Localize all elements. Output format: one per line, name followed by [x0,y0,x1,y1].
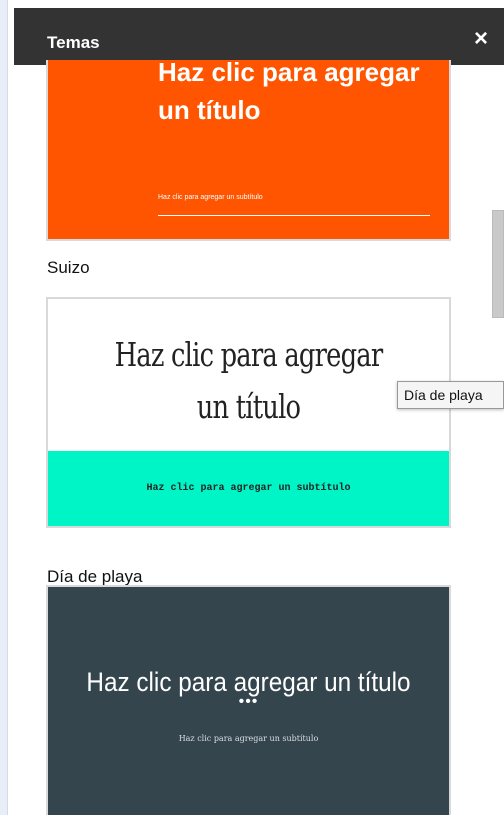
theme-preview-subtitle: Haz clic para agregar un subtítulo [158,194,263,201]
subtitle-underline [158,215,430,216]
theme-name-swiss[interactable]: Suizo [47,258,90,278]
theme-preview-title: Haz clic para agregar un título [114,335,384,426]
theme-card-swiss[interactable]: Haz clic para agregar un título Haz clic… [46,60,451,241]
scrollbar-thumb[interactable] [492,210,504,318]
left-panel-edge [0,0,8,815]
close-icon[interactable]: × [474,27,488,51]
theme-preview-subtitle-band: Haz clic para agregar un subtítulo [48,451,449,526]
theme-preview-title: Haz clic para agregar un título [158,60,420,125]
tooltip: Día de playa [397,381,504,409]
theme-preview-subtitle: Haz clic para agregar un subtítulo [178,734,319,743]
themes-header: Temas × [14,8,504,65]
theme-preview-subtitle: Haz clic para agregar un subtítulo [146,483,351,494]
theme-name-beach-day[interactable]: Día de playa [47,567,142,587]
theme-card-dark[interactable]: Haz clic para agregar un título ••• Haz … [46,585,451,815]
theme-card-beach-day[interactable]: Haz clic para agregar un título Haz clic… [46,297,451,528]
themes-title: Temas [47,33,100,52]
theme-preview-dots: ••• [238,693,259,710]
